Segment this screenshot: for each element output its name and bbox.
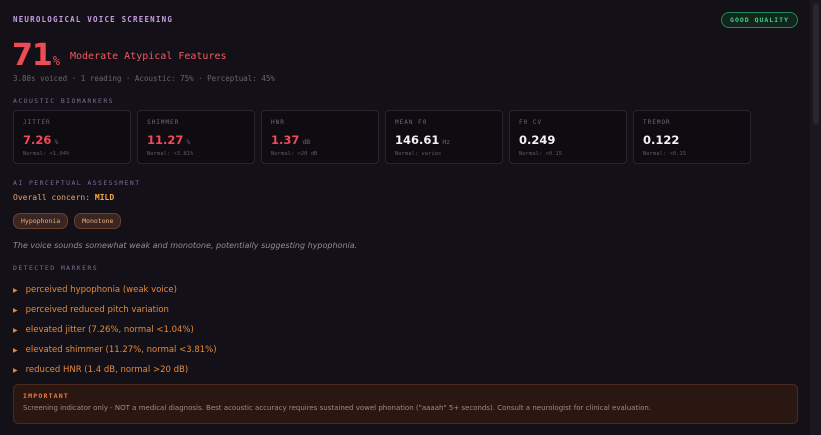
arrow-right-icon: ▶ [13, 326, 18, 334]
biomarker-value: 0.122 [643, 133, 680, 147]
concern-value: MILD [94, 193, 115, 202]
screening-panel: Neurological Voice Screening GOOD QUALIT… [0, 0, 811, 435]
biomarker-card-f0-cv: F0 CV 0.249 Normal: <0.15 [509, 110, 627, 164]
biomarker-card-hnr: HNR 1.37 dB Normal: >20 dB [261, 110, 379, 164]
score-value: 71 [12, 38, 53, 73]
quality-badge: GOOD QUALITY [721, 12, 798, 28]
biomarker-value: 7.26 [23, 133, 52, 147]
biomarker-label: Jitter [23, 119, 51, 126]
arrow-right-icon: ▶ [13, 286, 18, 294]
biomarker-unit: % [186, 138, 191, 146]
biomarker-label: Shimmer [147, 119, 180, 126]
page-title: Neurological Voice Screening [13, 15, 174, 24]
notice-text: Screening indicator only - NOT a medical… [23, 404, 652, 412]
biomarker-card-jitter: Jitter 7.26 % Normal: <1.04% [13, 110, 131, 164]
biomarker-cards: Jitter 7.26 % Normal: <1.04% Shimmer 11.… [13, 110, 751, 164]
scrollbar-thumb[interactable] [813, 4, 819, 124]
biomarker-card-shimmer: Shimmer 11.27 % Normal: <3.81% [137, 110, 255, 164]
biomarker-normal: Normal: >20 dB [271, 151, 318, 157]
biomarker-label: HNR [271, 119, 285, 126]
biomarker-normal: Normal: <1.04% [23, 151, 70, 157]
score-unit: % [52, 54, 60, 68]
biomarker-unit: % [54, 138, 59, 146]
score-display: 71 % Moderate Atypical Features [12, 38, 227, 73]
overall-concern: Overall concern: MILD [13, 193, 114, 202]
biomarker-unit: Hz [442, 138, 451, 146]
perceptual-section-label: AI Perceptual Assessment [13, 179, 141, 187]
list-item: ▶ perceived reduced pitch variation [13, 305, 169, 315]
biomarker-label: F0 CV [519, 119, 543, 126]
scrollbar[interactable] [810, 0, 821, 435]
biomarker-card-mean-f0: Mean F0 146.61 Hz Normal: varies [385, 110, 503, 164]
disclaimer-notice: Important Screening indicator only - NOT… [13, 384, 798, 424]
biomarker-value: 0.249 [519, 133, 556, 147]
arrow-right-icon: ▶ [13, 306, 18, 314]
markers-section-label: Detected Markers [13, 264, 99, 272]
concern-label: Overall concern: [13, 193, 91, 202]
list-item: ▶ elevated jitter (7.26%, normal <1.04%) [13, 325, 194, 335]
biomarker-normal: Normal: <0.15 [643, 151, 687, 157]
detected-markers-list: ▶ perceived hypophonia (weak voice) ▶ perc… [13, 280, 217, 380]
tag-monotone: Monotone [74, 213, 122, 229]
notice-title: Important [23, 392, 70, 400]
arrow-right-icon: ▶ [13, 366, 18, 374]
biomarker-label: Mean F0 [395, 119, 428, 126]
biomarker-normal: Normal: varies [395, 151, 442, 157]
biomarker-label: Tremor [643, 119, 671, 126]
perceptual-description: The voice sounds somewhat weak and monot… [13, 241, 358, 250]
recording-meta: 3.80s voiced · 1 reading · Acoustic: 75%… [13, 74, 275, 83]
list-item: ▶ perceived hypophonia (weak voice) [13, 285, 177, 295]
biomarker-unit: dB [302, 138, 311, 146]
biomarker-value: 11.27 [147, 133, 184, 147]
tag-hypophonia: Hypophonia [13, 213, 69, 229]
score-label: Moderate Atypical Features [69, 51, 227, 62]
biomarker-card-tremor: Tremor 0.122 Normal: <0.15 [633, 110, 751, 164]
perceptual-tags: Hypophonia Monotone [13, 213, 122, 229]
list-item: ▶ reduced HNR (1.4 dB, normal >20 dB) [13, 365, 189, 375]
biomarker-value: 1.37 [271, 133, 300, 147]
arrow-right-icon: ▶ [13, 346, 18, 354]
list-item: ▶ elevated shimmer (11.27%, normal <3.81%… [13, 345, 217, 355]
biomarker-value: 146.61 [395, 133, 440, 147]
biomarker-normal: Normal: <3.81% [147, 151, 194, 157]
biomarker-normal: Normal: <0.15 [519, 151, 563, 157]
acoustic-section-label: Acoustic Biomarkers [13, 97, 114, 105]
